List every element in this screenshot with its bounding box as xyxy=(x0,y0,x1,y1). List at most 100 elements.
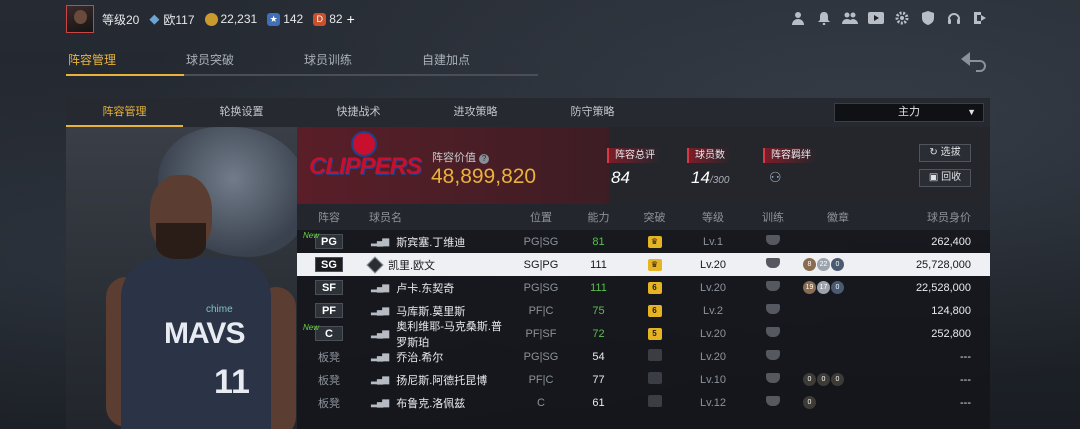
subtab-rotation[interactable]: 轮换设置 xyxy=(183,98,300,127)
pick-button[interactable]: ↻ 选拔 xyxy=(919,144,971,162)
training-icon[interactable] xyxy=(766,327,780,337)
bench-label: 板凳 xyxy=(318,351,340,364)
badge-icon[interactable]: 0 xyxy=(831,373,844,386)
badge-icon[interactable]: 22 xyxy=(817,258,830,271)
crown-icon[interactable]: ♛ xyxy=(647,259,662,271)
tab-player-training[interactable]: 球员训练 xyxy=(302,48,420,76)
position-slot[interactable]: SG xyxy=(315,257,343,272)
training-icon[interactable] xyxy=(766,304,780,314)
friends-icon[interactable] xyxy=(842,11,858,27)
player-name[interactable]: 马库斯.莫里斯 xyxy=(396,303,465,319)
table-row[interactable]: SF ▂▄▆ 卢卡.东契奇 PG|SG 111 6 Lv.20 19 17 0 22,… xyxy=(297,276,990,299)
table-row[interactable]: New C ▂▄▆ 奥利维耶-马克桑斯.普罗斯珀 PF|SF 72 5 Lv.20… xyxy=(297,321,990,349)
badge-icon[interactable]: 0 xyxy=(803,373,816,386)
stat-overall-label: 阵容总评 xyxy=(607,148,661,163)
header-badges[interactable]: 徽章 xyxy=(803,209,873,225)
jersey-sponsor: chime xyxy=(206,304,233,315)
badge-icon[interactable]: 17 xyxy=(817,281,830,294)
table-row[interactable]: 板凳 ▂▄▆ 乔治.希尔 PG|SG 54 Lv.20 --- xyxy=(297,345,990,368)
badge-icon[interactable]: 0 xyxy=(831,281,844,294)
cell-level: Lv.1 xyxy=(703,235,723,248)
training-icon[interactable] xyxy=(766,350,780,360)
avatar[interactable] xyxy=(66,5,94,33)
help-icon[interactable]: ? xyxy=(479,154,490,164)
breakthrough-slot[interactable] xyxy=(647,395,662,407)
subtab-defense-strategy[interactable]: 防守策略 xyxy=(534,98,651,127)
cell-badges: 8 22 0 xyxy=(803,258,873,271)
bell-icon[interactable] xyxy=(816,11,832,27)
headset-icon[interactable] xyxy=(946,11,962,27)
cell-lineup: 板凳 xyxy=(297,349,361,365)
exit-icon[interactable] xyxy=(972,11,988,27)
player-name[interactable]: 乔治.希尔 xyxy=(396,349,443,365)
cell-breakthrough: 6 xyxy=(626,304,683,317)
add-currency-button[interactable]: + xyxy=(347,11,355,27)
badge-icon[interactable]: 19 xyxy=(803,281,816,294)
cell-value: 25,728,000 xyxy=(915,258,971,271)
coin-icon xyxy=(204,12,218,26)
player-name[interactable]: 扬尼斯.阿德托昆博 xyxy=(396,372,487,388)
training-icon[interactable] xyxy=(766,258,780,268)
position-slot[interactable]: PG xyxy=(315,234,343,249)
gear-icon[interactable] xyxy=(894,11,910,27)
stat-overall-value: 84 xyxy=(611,168,630,187)
breakthrough-count[interactable]: 6 xyxy=(647,305,662,317)
badge-icon[interactable]: 0 xyxy=(817,373,830,386)
table-row[interactable]: New PG ▂▄▆ 斯宾塞.丁维迪 PG|SG 81 ♛ Lv.1 262,40… xyxy=(297,230,990,253)
header-value[interactable]: 球员身价 xyxy=(873,209,983,225)
badge-icon[interactable]: 0 xyxy=(803,396,816,409)
header-name[interactable]: 球员名 xyxy=(361,209,511,225)
position-slot[interactable]: PF xyxy=(315,303,343,318)
table-row[interactable]: 板凳 ▂▄▆ 布鲁克.洛佩兹 C 61 Lv.12 0 --- xyxy=(297,391,990,414)
new-badge: New xyxy=(303,323,320,332)
video-icon[interactable] xyxy=(868,11,884,27)
ticket-icon: D xyxy=(313,12,327,26)
subtab-quick-tactics[interactable]: 快捷战术 xyxy=(300,98,417,127)
badge-icon[interactable]: 0 xyxy=(831,258,844,271)
header-position[interactable]: 位置 xyxy=(511,209,571,225)
table-row[interactable]: 板凳 ▂▄▆ 扬尼斯.阿德托昆博 PF|C 77 Lv.10 000 --- xyxy=(297,368,990,391)
training-icon[interactable] xyxy=(766,235,780,245)
position-slot[interactable]: SF xyxy=(315,280,343,295)
stat-chem-label: 阵容羁绊 xyxy=(763,148,817,163)
player-name[interactable]: 凯里.欧文 xyxy=(388,257,435,273)
badge-icon[interactable]: 8 xyxy=(803,258,816,271)
training-icon[interactable] xyxy=(766,281,780,291)
recycle-button[interactable]: ▣ 回收 xyxy=(919,169,971,187)
header-lineup[interactable]: 阵容 xyxy=(297,209,361,225)
cell-training xyxy=(743,327,803,340)
cell-rating: 77 xyxy=(592,373,605,386)
cell-breakthrough: ♛ xyxy=(626,258,683,271)
player-name[interactable]: 斯宾塞.丁维迪 xyxy=(396,234,465,250)
cell-training xyxy=(743,304,803,317)
selected-diamond-icon xyxy=(366,256,384,273)
tab-custom-points[interactable]: 自建加点 xyxy=(420,48,538,76)
crown-icon[interactable]: ♛ xyxy=(647,236,662,248)
breakthrough-count[interactable]: 6 xyxy=(647,282,662,294)
table-row[interactable]: SG 凯里.欧文 SG|PG 111 ♛ Lv.20 8 22 0 25,728,0… xyxy=(297,253,990,276)
subtab-offense-strategy[interactable]: 进攻策略 xyxy=(417,98,534,127)
back-arrow-icon[interactable] xyxy=(958,50,990,78)
breakthrough-slot[interactable] xyxy=(647,349,662,361)
shield-icon[interactable] xyxy=(920,11,936,27)
top-icons xyxy=(790,11,988,27)
lineup-dropdown[interactable]: 主力 ▼ xyxy=(834,103,984,122)
training-icon[interactable] xyxy=(766,396,780,406)
breakthrough-count[interactable]: 5 xyxy=(647,328,662,340)
profile-icon[interactable] xyxy=(790,11,806,27)
header-level[interactable]: 等级 xyxy=(683,209,743,225)
position-slot[interactable]: C xyxy=(315,326,343,341)
cell-level: Lv.20 xyxy=(699,350,727,363)
training-icon[interactable] xyxy=(766,373,780,383)
chemistry-icon[interactable]: ⚇ xyxy=(769,169,817,186)
cell-rating: 54 xyxy=(592,350,605,363)
header-training[interactable]: 训练 xyxy=(743,209,803,225)
subtab-lineup[interactable]: 阵容管理 xyxy=(66,98,183,127)
player-name[interactable]: 卢卡.东契奇 xyxy=(396,280,454,296)
header-rating[interactable]: 能力 xyxy=(571,209,626,225)
player-name[interactable]: 布鲁克.洛佩兹 xyxy=(396,395,465,411)
tab-player-breakthrough[interactable]: 球员突破 xyxy=(184,48,302,76)
header-breakthrough[interactable]: 突破 xyxy=(626,209,683,225)
tab-lineup-management[interactable]: 阵容管理 xyxy=(66,48,184,76)
breakthrough-slot[interactable] xyxy=(647,372,662,384)
